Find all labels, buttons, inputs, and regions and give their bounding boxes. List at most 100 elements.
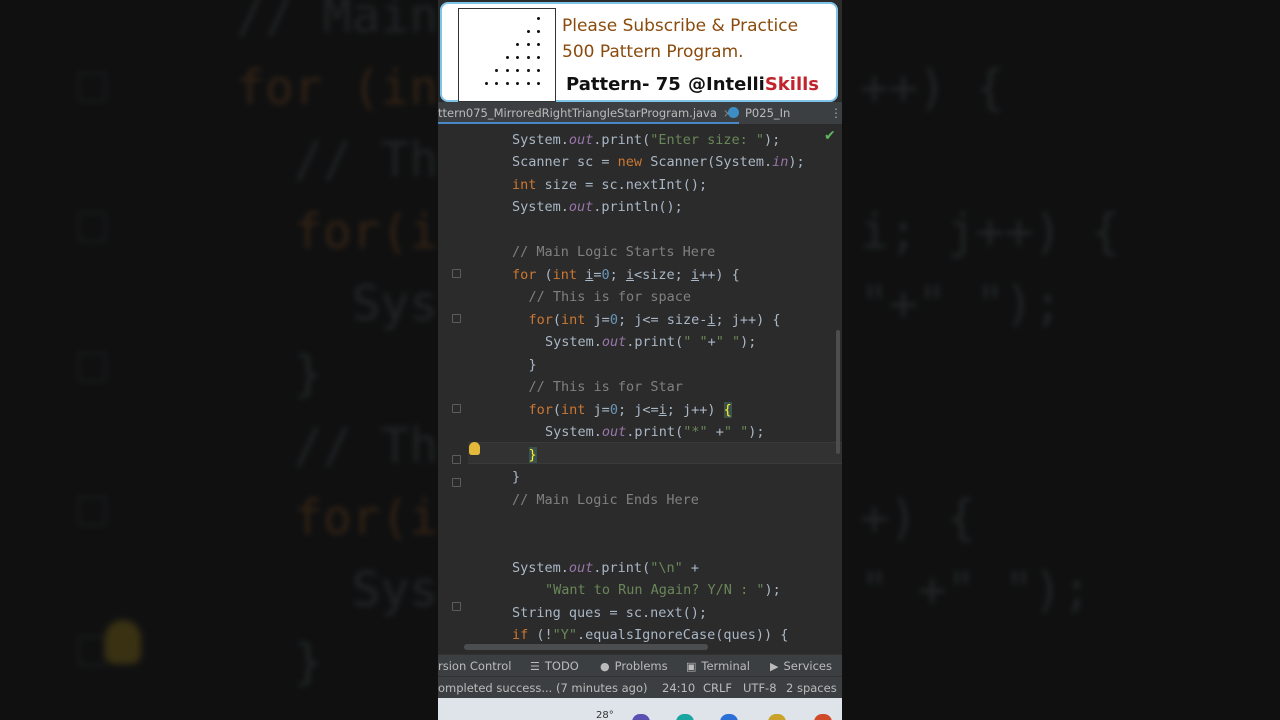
code-line[interactable]: System.out.print("Enter size: "); — [512, 130, 780, 150]
vertical-scrollbar[interactable] — [836, 330, 840, 454]
code-line[interactable]: System.out.print("*" +" "); — [545, 422, 765, 442]
banner-line-2: 500 Pattern Program. — [562, 42, 744, 62]
pattern-dot — [505, 69, 509, 72]
line-separator[interactable]: CRLF — [703, 677, 732, 699]
subscribe-banner: Please Subscribe & Practice 500 Pattern … — [440, 2, 838, 102]
fold-marker[interactable] — [452, 602, 461, 611]
handle-prefix: @Intelli — [688, 74, 765, 95]
fold-marker[interactable] — [452, 455, 461, 464]
code-line[interactable]: // This is for space — [529, 287, 692, 307]
fold-marker[interactable] — [452, 269, 461, 278]
pattern-dot — [526, 69, 530, 72]
pattern-dot — [505, 82, 509, 85]
code-line[interactable]: // Main Logic Ends Here — [512, 490, 699, 510]
pattern-dot — [537, 17, 540, 20]
pattern-dot — [484, 82, 488, 85]
pattern-dot — [495, 82, 498, 85]
tool-window-icon: ● — [600, 660, 610, 673]
indent-setting[interactable]: 2 spaces — [786, 677, 837, 699]
taskbar-app-icon[interactable] — [676, 714, 694, 720]
code-line[interactable]: for(int j=0; j<=i; j++) { — [529, 400, 732, 420]
inspection-ok-icon[interactable]: ✔ — [824, 128, 836, 144]
code-line[interactable]: Scanner sc = new Scanner(System.in); — [512, 152, 805, 172]
current-line-highlight — [448, 442, 842, 464]
code-line[interactable]: System.out.print(" "+" "); — [545, 332, 756, 352]
code-line[interactable]: String ques = sc.next(); — [512, 603, 707, 623]
pattern-dot — [537, 56, 540, 59]
code-line[interactable]: for (int i=0; i<size; i++) { — [512, 265, 740, 285]
tool-window-rsion-control[interactable]: rsion Control — [438, 655, 511, 677]
pattern-dot — [516, 69, 519, 72]
channel-handle: @IntelliSkills — [688, 74, 819, 95]
editor-tabs: ttern075_MirroredRightTriangleStarProgra… — [438, 102, 842, 125]
weather-temp: 28° — [596, 710, 614, 720]
status-message[interactable]: ompleted success... (7 minutes ago) — [438, 677, 648, 699]
pattern-dot — [537, 30, 540, 33]
code-line[interactable]: // Main Logic Starts Here — [512, 242, 715, 262]
tool-window-todo[interactable]: ☰ TODO — [530, 655, 579, 677]
editor-gutter — [438, 124, 468, 650]
tool-window-terminal[interactable]: ▣ Terminal — [686, 655, 750, 677]
code-line[interactable]: // This is for Star — [529, 377, 683, 397]
pattern-dot — [505, 56, 509, 59]
code-editor[interactable]: System.out.print("Enter size: "); Scanner… — [438, 124, 842, 650]
file-encoding[interactable]: UTF-8 — [743, 677, 777, 699]
tool-window-problems[interactable]: ● Problems — [600, 655, 668, 677]
pattern-dot — [537, 82, 540, 85]
pattern-thumbnail — [458, 8, 556, 102]
code-line[interactable]: } — [528, 445, 537, 465]
pattern-dot — [516, 43, 519, 46]
code-line[interactable]: } — [529, 355, 537, 375]
code-line[interactable]: "Want to Run Again? Y/N : "); — [545, 580, 781, 600]
tool-window-label: Terminal — [701, 659, 751, 673]
os-taskbar: 28° — [438, 698, 842, 720]
pattern-dot — [495, 69, 498, 72]
pattern-number: Pattern- 75 — [566, 74, 681, 95]
tool-window-bar: rsion Control ☰ TODO ● Problems ▣ Terminal ▶ Ser… — [438, 654, 842, 677]
banner-line-1: Please Subscribe & Practice — [562, 16, 799, 36]
horizontal-scrollbar[interactable] — [464, 644, 708, 650]
fold-marker[interactable] — [452, 314, 461, 323]
pattern-dot — [526, 56, 530, 59]
pattern-dot — [526, 82, 530, 85]
tab-label: P025_In — [745, 106, 791, 120]
pattern-dot — [516, 56, 519, 59]
code-line[interactable]: for(int j=0; j<= size-i; j++) { — [529, 310, 781, 330]
code-line[interactable]: int size = sc.nextInt(); — [512, 175, 707, 195]
tool-window-label: Problems — [614, 659, 668, 673]
handle-suffix: Skills — [764, 74, 820, 95]
tool-window-label: rsion Control — [438, 659, 512, 673]
pattern-dot — [526, 43, 530, 46]
tab-label: ttern075_MirroredRightTriangleStarProgra… — [438, 106, 717, 120]
pattern-dot — [526, 30, 530, 33]
fold-marker[interactable] — [452, 478, 461, 487]
tab-active-file[interactable]: ttern075_MirroredRightTriangleStarProgra… — [438, 102, 739, 124]
taskbar-app-icon[interactable] — [814, 714, 832, 720]
pattern-dot — [537, 43, 540, 46]
pattern-dot — [516, 82, 519, 85]
code-line[interactable]: System.out.println(); — [512, 197, 683, 217]
tool-window-label: Services — [783, 659, 832, 673]
left-shade — [0, 0, 438, 720]
tool-window-services[interactable]: ▶ Services — [770, 655, 832, 677]
taskbar-app-icon[interactable] — [632, 714, 650, 720]
code-line[interactable]: } — [512, 467, 520, 487]
tab-second-file[interactable]: P025_In — [728, 102, 790, 124]
tool-window-icon: ▶ — [770, 660, 779, 673]
taskbar-app-icon[interactable] — [768, 714, 786, 720]
tool-window-icon: ☰ — [530, 660, 540, 673]
tool-window-icon: ▣ — [686, 660, 697, 673]
fold-marker[interactable] — [452, 404, 461, 413]
taskbar-app-icon[interactable] — [720, 714, 738, 720]
caret-position[interactable]: 24:10 — [662, 677, 695, 699]
tab-menu-icon[interactable]: ⋮ — [830, 102, 842, 124]
status-bar: ompleted success... (7 minutes ago) 24:1… — [438, 676, 842, 699]
tool-window-label: TODO — [544, 659, 579, 673]
video-frame: Please Subscribe & Practice 500 Pattern … — [438, 0, 842, 720]
class-icon — [728, 107, 739, 118]
code-line[interactable]: if (!"Y".equalsIgnoreCase(ques)) { — [512, 625, 788, 645]
lightbulb-icon[interactable] — [469, 442, 480, 455]
right-shade — [842, 0, 1280, 720]
code-line[interactable]: System.out.print("\n" + — [512, 558, 699, 578]
pattern-dot — [537, 69, 540, 72]
